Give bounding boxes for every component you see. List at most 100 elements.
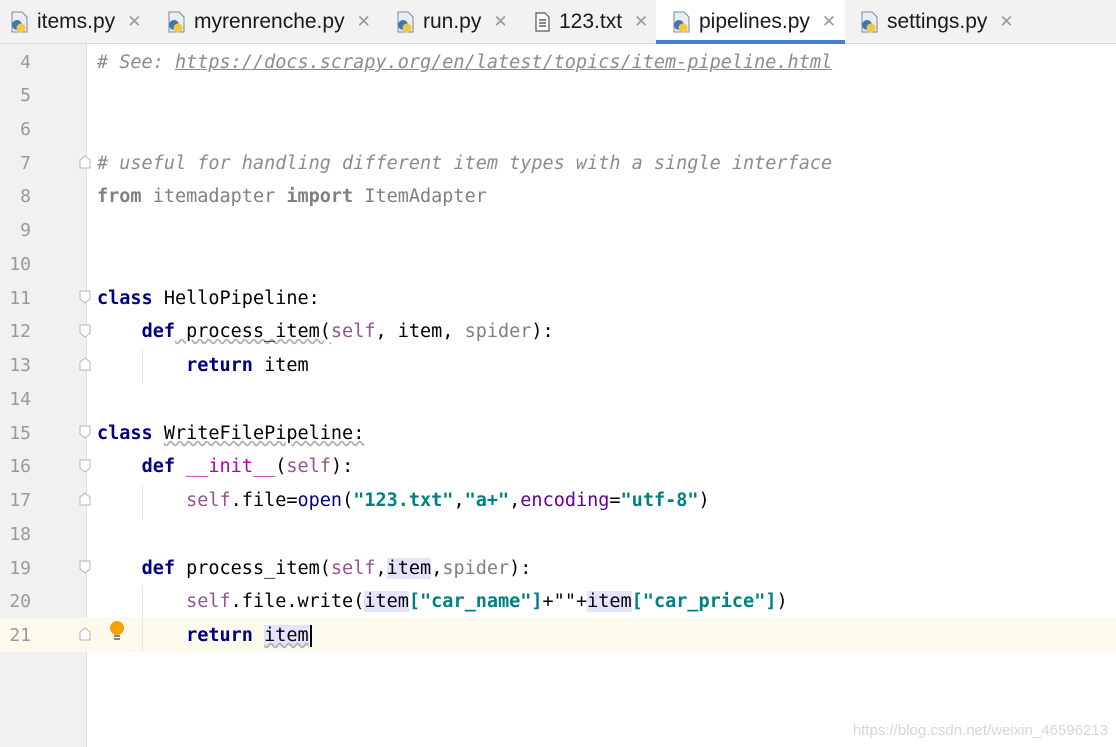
- tab-label: myrenrenche.py: [194, 9, 345, 33]
- tab-label: settings.py: [887, 9, 988, 33]
- close-icon[interactable]: ✕: [493, 12, 507, 32]
- watermark: https://blog.csdn.net/weixin_46596213: [852, 722, 1108, 739]
- identifier: ItemAdapter: [353, 186, 487, 207]
- line-number: 4: [20, 52, 31, 73]
- close-icon[interactable]: ✕: [357, 12, 371, 32]
- line-number: 9: [20, 220, 31, 241]
- keyword: def: [141, 456, 175, 477]
- self-param: self: [286, 456, 331, 477]
- line-number: 5: [20, 85, 31, 106]
- identifier: ,: [453, 490, 465, 511]
- identifier: process_item(: [174, 321, 331, 342]
- keyword: import: [286, 186, 354, 207]
- highlighted-identifier: item: [364, 591, 409, 612]
- code-line: def process_item(self,item,spider):: [97, 552, 531, 586]
- line-number: 7: [20, 153, 31, 174]
- fold-start-icon[interactable]: [79, 560, 91, 574]
- identifier: HelloPipeline:: [152, 288, 320, 309]
- fold-end-icon[interactable]: [79, 357, 91, 371]
- fold-end-icon[interactable]: [79, 155, 91, 169]
- line-number: 15: [9, 423, 31, 444]
- line-number: 14: [9, 389, 31, 410]
- tab-settings-py[interactable]: settings.py ✕: [858, 0, 1016, 43]
- code-line: return item: [97, 619, 312, 653]
- identifier: ): [776, 591, 788, 612]
- string: "utf-8": [620, 490, 699, 511]
- python-file-icon: [394, 10, 418, 34]
- identifier: (: [275, 456, 287, 477]
- tab-123-txt[interactable]: 123.txt ✕: [530, 0, 652, 43]
- code-line: class WriteFilePipeline:: [97, 417, 364, 451]
- string: ["car_price"]: [631, 591, 777, 612]
- string: ["car_name"]: [408, 591, 543, 612]
- line-number: 10: [9, 254, 31, 275]
- close-icon[interactable]: ✕: [634, 12, 648, 32]
- tab-label: items.py: [37, 9, 116, 33]
- keyword: def: [141, 558, 175, 579]
- python-file-icon: [8, 10, 32, 34]
- keyword: class: [97, 288, 153, 309]
- close-icon[interactable]: ✕: [127, 12, 141, 32]
- identifier: ,: [375, 558, 387, 579]
- keyword: from: [97, 186, 142, 207]
- lightbulb-icon[interactable]: [108, 620, 126, 644]
- comment: # useful for handling different item typ…: [97, 153, 833, 174]
- line-number: 18: [9, 524, 31, 545]
- code-line: def __init__(self):: [97, 450, 354, 484]
- unused-param: spider: [464, 321, 532, 342]
- identifier: =: [609, 490, 621, 511]
- identifier: .file=: [230, 490, 298, 511]
- keyword: return: [186, 355, 253, 376]
- text-cursor: [309, 625, 312, 647]
- identifier: item: [264, 355, 309, 376]
- identifier: (: [342, 490, 354, 511]
- fold-start-icon[interactable]: [79, 459, 91, 473]
- fold-start-icon[interactable]: [79, 290, 91, 304]
- string: "a+": [464, 490, 510, 511]
- keyword: return: [186, 625, 253, 646]
- line-number: 13: [9, 355, 31, 376]
- self-param: self: [330, 321, 376, 342]
- identifier: ):: [531, 321, 554, 342]
- tab-label: 123.txt: [559, 9, 623, 33]
- tab-myrenrenche-py[interactable]: myrenrenche.py ✕: [165, 0, 375, 43]
- identifier: process_item(: [174, 558, 331, 579]
- self-param: self: [186, 490, 231, 511]
- line-number: 16: [9, 456, 31, 477]
- unused-param: spider: [442, 558, 510, 579]
- tab-pipelines-py[interactable]: pipelines.py ✕: [656, 0, 845, 44]
- docs-link[interactable]: https://docs.scrapy.org/en/latest/topics…: [175, 52, 832, 73]
- keyword: def: [141, 321, 175, 342]
- builtin: open: [297, 490, 343, 511]
- identifier: ,: [431, 558, 443, 579]
- code-line: self.file.write(item["car_name"]+""+item…: [97, 585, 788, 619]
- tab-label: pipelines.py: [699, 9, 810, 33]
- fold-end-icon[interactable]: [79, 627, 91, 641]
- python-file-icon: [858, 10, 882, 34]
- line-number: 6: [20, 119, 31, 140]
- code-line: # See: https://docs.scrapy.org/en/latest…: [97, 46, 832, 80]
- line-number: 21: [9, 625, 31, 646]
- fold-end-icon[interactable]: [79, 492, 91, 506]
- close-icon[interactable]: ✕: [999, 12, 1013, 32]
- identifier: ,: [509, 490, 521, 511]
- self-param: self: [186, 591, 231, 612]
- fold-start-icon[interactable]: [79, 324, 91, 338]
- fold-start-icon[interactable]: [79, 425, 91, 439]
- line-number: 19: [9, 558, 31, 579]
- self-param: self: [330, 558, 376, 579]
- line-number: 17: [9, 490, 31, 511]
- tab-label: run.py: [423, 9, 482, 33]
- code-line: return item: [97, 349, 309, 383]
- code-line: def process_item(self, item, spider):: [97, 315, 554, 349]
- python-file-icon: [165, 10, 189, 34]
- identifier: ):: [330, 456, 354, 477]
- identifier: +""+: [542, 591, 588, 612]
- tab-run-py[interactable]: run.py ✕: [394, 0, 514, 43]
- identifier: , item,: [375, 321, 465, 342]
- close-icon[interactable]: ✕: [822, 12, 836, 32]
- identifier: WriteFilePipeline:: [163, 423, 365, 444]
- identifier: itemadapter: [141, 186, 287, 207]
- tab-items-py[interactable]: items.py ✕: [8, 0, 154, 43]
- line-number: 8: [20, 186, 31, 207]
